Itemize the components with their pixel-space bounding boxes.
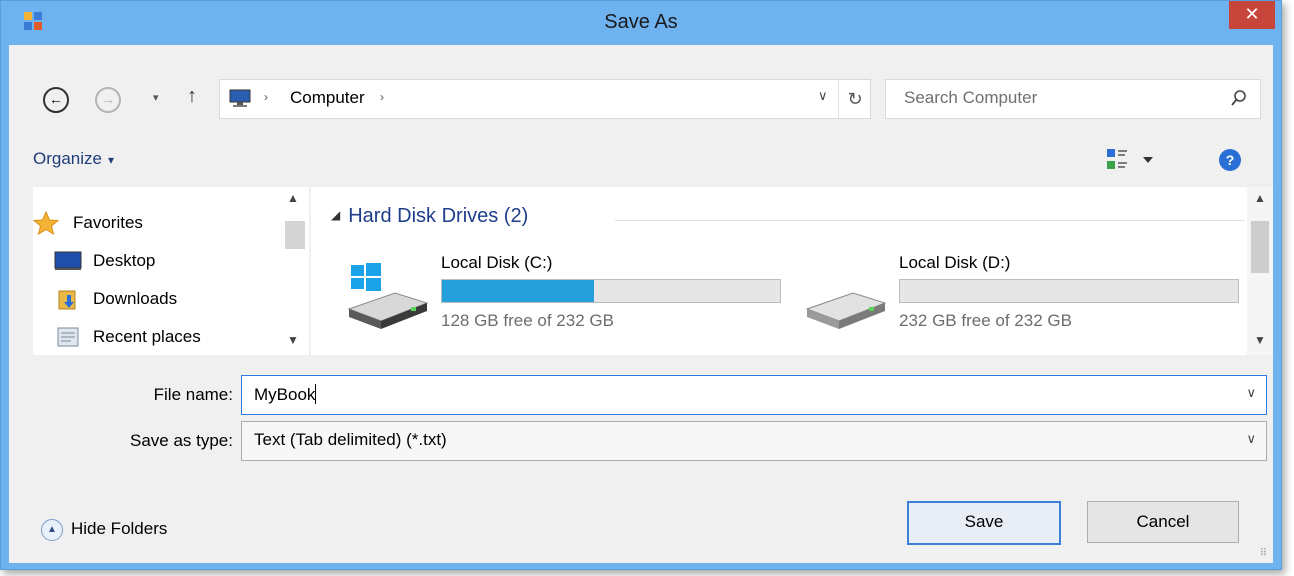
drive-usage-bar bbox=[441, 279, 781, 303]
sidebar-item-label: Favorites bbox=[73, 213, 143, 232]
chevron-down-icon: ▾ bbox=[107, 153, 115, 167]
resize-grip-icon[interactable]: ⠿ bbox=[1260, 548, 1267, 559]
save-as-dialog: Save As ✕ ← → ▾ ↑ › Computer › ∨ ↻ Searc… bbox=[0, 0, 1282, 570]
organize-label: Organize bbox=[33, 149, 102, 168]
address-dropdown-button[interactable]: ∨ bbox=[818, 88, 828, 104]
downloads-icon bbox=[58, 290, 76, 310]
drive-icon bbox=[805, 292, 887, 329]
change-view-button[interactable] bbox=[1105, 147, 1159, 173]
sidebar-item-label: Downloads bbox=[93, 289, 178, 308]
filename-input[interactable]: MyBook bbox=[254, 384, 317, 405]
scroll-up-icon[interactable]: ▲ bbox=[287, 191, 299, 205]
hide-folders-label: Hide Folders bbox=[71, 519, 168, 538]
collapse-up-icon: ▲ bbox=[41, 519, 63, 541]
save-type-label: Save as type: bbox=[129, 431, 233, 450]
breadcrumb-separator[interactable]: › bbox=[264, 90, 268, 104]
navigation-pane: Favorites Desktop Downloads Recent place… bbox=[33, 187, 309, 355]
drive-usage-fill bbox=[442, 280, 595, 302]
filename-field[interactable]: MyBook ∨ bbox=[241, 375, 1267, 415]
sidebar-item-label: Desktop bbox=[93, 251, 156, 270]
organize-button[interactable]: Organize ▾ bbox=[33, 149, 114, 169]
close-button[interactable]: ✕ bbox=[1229, 1, 1275, 29]
search-box[interactable]: Search Computer bbox=[885, 79, 1261, 119]
search-input[interactable]: Search Computer bbox=[904, 88, 1037, 108]
save-type-value: Text (Tab delimited) (*.txt) bbox=[254, 430, 447, 449]
up-button[interactable]: ↑ bbox=[187, 85, 197, 108]
computer-icon bbox=[229, 89, 251, 107]
windows-drive-icon bbox=[347, 263, 429, 329]
save-button[interactable]: Save bbox=[907, 501, 1061, 545]
breadcrumb-separator[interactable]: › bbox=[380, 90, 384, 104]
group-divider bbox=[615, 220, 1245, 221]
recent-locations-button[interactable]: ▾ bbox=[153, 91, 159, 104]
recent-places-icon bbox=[57, 327, 79, 347]
refresh-button[interactable]: ↻ bbox=[838, 80, 871, 118]
breadcrumb-computer[interactable]: Computer bbox=[290, 88, 365, 108]
scrollbar-thumb[interactable] bbox=[285, 221, 305, 249]
forward-button[interactable]: → bbox=[95, 87, 121, 113]
search-icon[interactable] bbox=[1230, 88, 1248, 108]
drive-name: Local Disk (D:) bbox=[899, 253, 1011, 272]
command-bar: Organize ▾ ? bbox=[9, 137, 1273, 185]
address-bar[interactable]: › Computer › ∨ ↻ bbox=[219, 79, 871, 119]
filename-label: File name: bbox=[153, 385, 233, 404]
content-scrollbar[interactable]: ▲ ▼ bbox=[1247, 187, 1273, 355]
help-button[interactable]: ? bbox=[1219, 149, 1241, 171]
drive-name: Local Disk (C:) bbox=[441, 253, 553, 272]
scroll-down-icon[interactable]: ▼ bbox=[287, 333, 299, 347]
filename-value: MyBook bbox=[254, 385, 316, 404]
group-title: Hard Disk Drives (2) bbox=[348, 205, 529, 227]
text-cursor bbox=[315, 384, 317, 404]
drive-free-space: 128 GB free of 232 GB bbox=[441, 311, 614, 330]
sidebar-item-label: Recent places bbox=[93, 327, 201, 346]
navigation-scrollbar[interactable]: ▲ ▼ bbox=[281, 187, 309, 355]
scroll-up-icon[interactable]: ▲ bbox=[1254, 191, 1266, 205]
back-button[interactable]: ← bbox=[43, 87, 69, 113]
window-title: Save As bbox=[604, 11, 678, 33]
collapse-icon: ◢ bbox=[331, 208, 341, 222]
filename-dropdown-button[interactable]: ∨ bbox=[1246, 385, 1256, 401]
star-icon bbox=[33, 211, 60, 235]
desktop-icon bbox=[54, 251, 82, 270]
drive-usage-bar bbox=[899, 279, 1239, 303]
group-header-hard-disk-drives[interactable]: ◢ Hard Disk Drives (2) bbox=[331, 205, 528, 228]
title-bar[interactable]: Save As ✕ bbox=[1, 1, 1281, 45]
content-pane: ◢ Hard Disk Drives (2) Local Disk (C:) 1… bbox=[311, 187, 1273, 355]
scrollbar-thumb[interactable] bbox=[1251, 221, 1269, 273]
save-type-select[interactable]: Text (Tab delimited) (*.txt) ∨ bbox=[241, 421, 1267, 461]
dialog-body: ← → ▾ ↑ › Computer › ∨ ↻ Search Computer bbox=[9, 45, 1273, 563]
drive-free-space: 232 GB free of 232 GB bbox=[899, 311, 1072, 330]
save-type-dropdown-button[interactable]: ∨ bbox=[1246, 431, 1256, 447]
scroll-down-icon[interactable]: ▼ bbox=[1254, 333, 1266, 347]
cancel-button[interactable]: Cancel bbox=[1087, 501, 1239, 543]
